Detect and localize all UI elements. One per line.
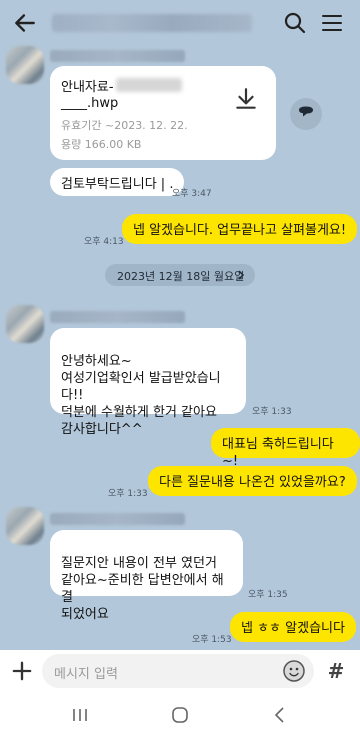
emoji-icon[interactable]: [282, 659, 306, 683]
sender-name-redacted: [50, 50, 185, 62]
chat-header: [0, 0, 360, 46]
file-attachment-card[interactable]: 안내자료- ____.hwp 유효기간 ~2023. 12. 22. 용량 16…: [50, 66, 276, 160]
hamburger-menu-icon[interactable]: [320, 11, 344, 35]
message-bubble[interactable]: 질문지안 내용이 전부 였던거 같아요~준비한 답변안에서 해결 되었어요: [50, 530, 243, 622]
search-icon[interactable]: [283, 11, 307, 35]
system-nav-bar: [0, 692, 360, 738]
recent-apps-icon[interactable]: [70, 705, 90, 725]
share-icon[interactable]: [290, 98, 322, 130]
message-bubble[interactable]: 대표님 축하드립니다~!: [211, 428, 360, 469]
message-bubble[interactable]: 검토부탁드립니다 | .: [50, 168, 185, 196]
home-icon[interactable]: [170, 705, 190, 725]
message-time: 오후 3:47: [172, 189, 212, 199]
file-name: 안내자료-: [61, 80, 114, 95]
file-name-extension: ____.hwp: [61, 96, 119, 111]
message-time: 오후 1:35: [248, 590, 288, 600]
message-bubble[interactable]: 안녕하세요~ 여성기업확인서 발급받았습니다!! 덕분에 수월하게 한거 같아요…: [50, 328, 246, 437]
sender-name-redacted: [50, 311, 185, 323]
chat-title-redacted: [52, 14, 252, 32]
message-input-bar: 메시지 입력 #: [0, 650, 360, 692]
file-size: 용량 166.00 KB: [61, 138, 142, 151]
plus-icon[interactable]: [8, 657, 36, 685]
chevron-right-icon: [238, 270, 245, 280]
avatar[interactable]: [6, 46, 44, 84]
hash-tag-icon[interactable]: #: [324, 659, 348, 683]
back-nav-icon[interactable]: [270, 705, 290, 725]
message-bubble[interactable]: 다른 질문내용 나온건 있었을까요?: [148, 466, 357, 496]
date-divider[interactable]: 2023년 12월 18일 월요일: [105, 264, 255, 286]
message-time: 오후 4:13: [84, 237, 124, 247]
message-bubble[interactable]: 넵 ㅎㅎ 알겠습니다: [230, 612, 356, 642]
message-input-placeholder: 메시지 입력: [54, 667, 118, 682]
message-time: 오후 1:33: [108, 489, 148, 499]
file-expiry: 유효기간 ~2023. 12. 22.: [61, 119, 188, 132]
download-icon[interactable]: [233, 86, 259, 112]
avatar[interactable]: [6, 507, 44, 545]
message-time: 오후 1:33: [252, 407, 292, 417]
message-input[interactable]: 메시지 입력: [42, 654, 314, 688]
message-time: 오후 1:53: [192, 635, 232, 645]
back-arrow-icon[interactable]: [12, 10, 38, 36]
file-name-redacted: [116, 78, 182, 92]
sender-name-redacted: [50, 513, 185, 525]
message-bubble[interactable]: 넵 알겠습니다. 업무끝나고 살펴볼게요!: [122, 214, 358, 244]
avatar[interactable]: [6, 305, 44, 343]
